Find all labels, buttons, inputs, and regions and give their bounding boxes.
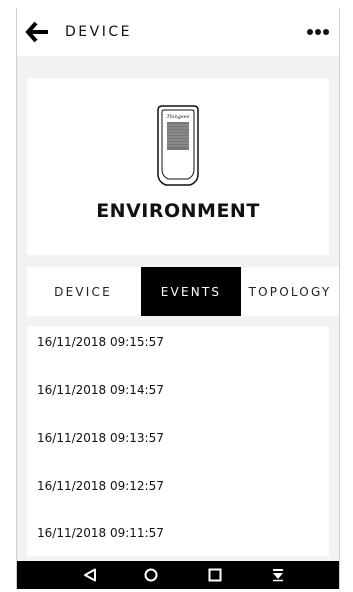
tab-label: TOPOLOGY — [248, 284, 332, 299]
system-back-button[interactable] — [75, 561, 105, 589]
back-triangle-icon — [84, 568, 96, 582]
app-header: DEVICE — [17, 8, 339, 56]
event-timestamp: 16/11/2018 09:12:57 — [37, 479, 164, 493]
system-recents-button[interactable] — [200, 561, 230, 589]
list-item[interactable]: 16/11/2018 09:12:57 — [27, 466, 329, 506]
more-horizontal-icon — [307, 29, 329, 35]
list-item[interactable]: 16/11/2018 09:14:57 — [27, 370, 329, 410]
tab-label: EVENTS — [160, 284, 222, 299]
device-card: Thingsee ENVIRONMENT — [27, 78, 329, 255]
list-item[interactable]: 16/11/2018 09:13:57 — [27, 418, 329, 458]
recents-square-icon — [208, 568, 222, 582]
tab-device[interactable]: DEVICE — [27, 267, 139, 316]
list-item[interactable]: 16/11/2018 09:15:57 — [27, 322, 329, 362]
list-item[interactable]: 16/11/2018 09:11:57 — [27, 513, 329, 553]
notifications-down-icon — [273, 569, 283, 582]
more-menu-button[interactable] — [303, 22, 333, 42]
tab-bar: DEVICE EVENTS TOPOLOGY — [27, 267, 339, 316]
phone-screen: DEVICE Thingsee ENVIRONMENT DEVICE EVENT… — [16, 8, 340, 589]
device-brand-text: Thingsee — [166, 114, 189, 120]
event-timestamp: 16/11/2018 09:14:57 — [37, 383, 164, 397]
back-button[interactable] — [23, 18, 51, 46]
event-timestamp: 16/11/2018 09:13:57 — [37, 431, 164, 445]
event-timestamp: 16/11/2018 09:11:57 — [37, 526, 164, 540]
events-list: 16/11/2018 09:15:57 16/11/2018 09:14:57 … — [27, 326, 329, 556]
arrow-left-icon — [25, 21, 48, 43]
tab-label: DEVICE — [54, 284, 112, 299]
tab-events[interactable]: EVENTS — [141, 267, 241, 316]
device-name: ENVIRONMENT — [96, 200, 260, 222]
home-circle-icon — [144, 568, 158, 582]
system-home-button[interactable] — [136, 561, 166, 589]
event-timestamp: 16/11/2018 09:15:57 — [37, 335, 164, 349]
sensor-device-icon: Thingsee — [157, 105, 199, 186]
system-navigation-bar — [17, 561, 339, 589]
system-notifications-button[interactable] — [263, 561, 293, 589]
tab-topology[interactable]: TOPOLOGY — [241, 267, 339, 316]
page-title: DEVICE — [65, 24, 132, 40]
